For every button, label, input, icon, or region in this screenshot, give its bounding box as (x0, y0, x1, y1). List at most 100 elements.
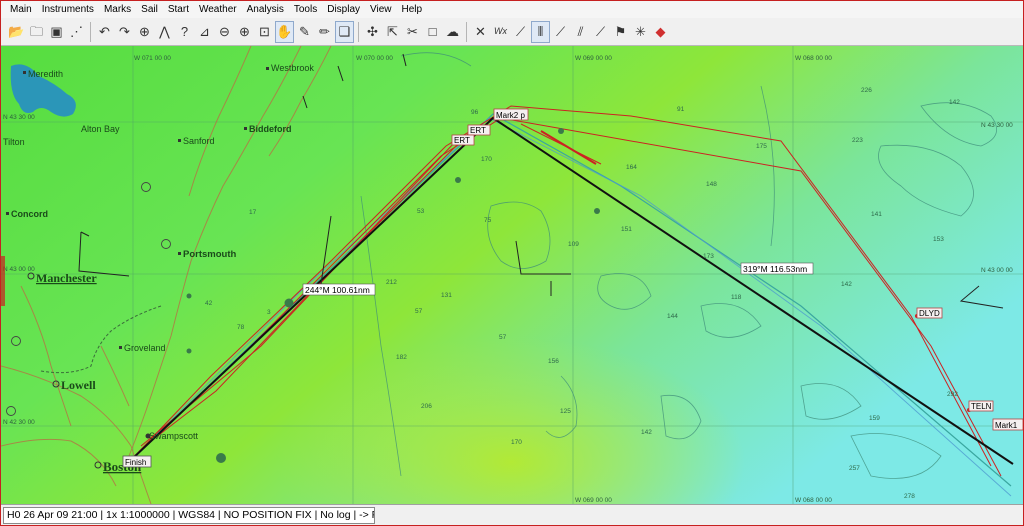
compass-icon: ⋀ (159, 24, 170, 39)
flag-button[interactable]: ⚑ (611, 21, 630, 43)
pointer-button[interactable]: ⇱ (383, 21, 402, 43)
leg-2-label: 319°M 116.53nm (743, 264, 807, 274)
pencil-button[interactable]: ✏ (315, 21, 334, 43)
lon-label-6: W 068 00 00 (795, 497, 832, 504)
finish-label[interactable]: Finish (125, 458, 146, 467)
depth: 153 (933, 236, 944, 243)
toolbar: 📂 🗀 ▣ ⋰ ↶ ↷ ⊕ ⋀? ⊿ ⊖ ⊕ ⊡ ✋ ✎ ✏ ❑ ✣ ⇱ ✂ □ ☁ ✕ Wx ⟋ ⦀ ⟋ ⫽ ⟋ ⚑ ✳ ◆ (1, 18, 1023, 46)
zoom-box-icon: ⊡ (259, 24, 270, 39)
menu-display[interactable]: Display (322, 1, 365, 18)
depth: 257 (849, 465, 860, 472)
cross-icon: ✕ (475, 24, 486, 39)
wind-barb-button[interactable]: ⟋ (511, 21, 530, 43)
depth: 226 (861, 87, 872, 94)
menu-marks[interactable]: Marks (99, 1, 136, 18)
line-button[interactable]: ⟋ (551, 21, 570, 43)
layer-button[interactable]: ❑ (335, 20, 354, 43)
forward-arrow-button[interactable]: ↷ (115, 21, 134, 43)
zoom-in-button[interactable]: ⊕ (235, 21, 254, 43)
zoom-box-button[interactable]: ⊡ (255, 21, 274, 43)
menu-view[interactable]: View (365, 1, 397, 18)
place-lowell: Lowell (61, 378, 96, 392)
wx-button[interactable]: Wx (491, 21, 510, 43)
marker-diamond-button[interactable]: ◆ (651, 21, 670, 43)
menu-main[interactable]: Main (5, 1, 37, 18)
place-manchester: Manchester (36, 271, 97, 285)
chart-image-button[interactable]: ▣ (47, 21, 66, 43)
teln-label[interactable]: TELN (971, 402, 992, 411)
depth: 278 (904, 493, 915, 500)
square-button[interactable]: □ (423, 21, 442, 43)
help-button[interactable]: ? (175, 21, 194, 43)
wx-icon: Wx (494, 26, 507, 36)
lon-label-3: W 069 00 00 (575, 55, 612, 62)
menu-help[interactable]: Help (397, 1, 428, 18)
layer-icon: ❑ (338, 24, 351, 39)
leg-1-label: 244°M 100.61nm (305, 285, 370, 295)
compass-button[interactable]: ⋀ (155, 21, 174, 43)
square-icon: □ (428, 24, 437, 39)
depth: 212 (386, 279, 397, 286)
depth: 3 (267, 309, 271, 316)
lon-label-4: W 068 00 00 (795, 55, 832, 62)
waypoint-button[interactable]: ✣ (363, 21, 382, 43)
lifebuoy-icon: ⊕ (139, 24, 150, 39)
highlighter-button[interactable]: ✎ (295, 21, 314, 43)
menu-instruments[interactable]: Instruments (37, 1, 99, 18)
double-line-button[interactable]: ⫽ (571, 21, 590, 43)
lat-label-2: N 43 00 00 (3, 266, 35, 273)
cloud-button[interactable]: ☁ (443, 21, 462, 43)
depth: 159 (869, 415, 880, 422)
depth: 175 (756, 143, 767, 150)
menu-bar: Main Instruments Marks Sail Start Weather Anal… (1, 1, 1023, 18)
folder-button[interactable]: 🗀 (27, 21, 46, 43)
zoom-out-button[interactable]: ⊖ (215, 21, 234, 43)
status-text: H0 26 Apr 09 21:00 | 1x 1:1000000 | WGS8… (3, 507, 375, 524)
diagonal-button[interactable]: ⟋ (591, 21, 610, 43)
place-groveland: Groveland (124, 343, 166, 353)
dlyd-label[interactable]: DLYD (919, 309, 940, 318)
depth: 292 (947, 391, 958, 398)
depth: 118 (731, 294, 742, 301)
menu-start[interactable]: Start (163, 1, 194, 18)
ert2-label[interactable]: ERT (470, 126, 486, 135)
cloud-icon: ☁ (446, 24, 459, 39)
depth: 91 (677, 106, 685, 113)
grid-button[interactable]: ⦀ (531, 20, 550, 43)
route-edit-icon: ✂ (407, 24, 418, 39)
depth: 125 (560, 408, 571, 415)
pan-hand-button[interactable]: ✋ (275, 20, 294, 43)
cross-button[interactable]: ✕ (471, 21, 490, 43)
menu-sail[interactable]: Sail (136, 1, 163, 18)
depth: 148 (706, 181, 717, 188)
route-nodes-icon: ⋰ (70, 24, 83, 39)
place-sanford: Sanford (183, 136, 215, 146)
menu-tools[interactable]: Tools (289, 1, 322, 18)
lifebuoy-button[interactable]: ⊕ (135, 21, 154, 43)
star-icon: ✳ (635, 24, 646, 39)
depth: 170 (511, 439, 522, 446)
star-button[interactable]: ✳ (631, 21, 650, 43)
lon-label-5: W 069 00 00 (575, 497, 612, 504)
help-icon: ? (180, 24, 189, 39)
depth: 75 (484, 217, 492, 224)
depth: 141 (871, 211, 882, 218)
depth: 57 (499, 334, 507, 341)
ert-label[interactable]: ERT (454, 136, 470, 145)
menu-weather[interactable]: Weather (194, 1, 242, 18)
measure-button[interactable]: ⊿ (195, 21, 214, 43)
chart-map[interactable]: Meredith Alton Bay Tilton Westbrook Sanf… (1, 46, 1023, 504)
mark2-label[interactable]: Mark2 p (496, 111, 525, 120)
route-edit-button[interactable]: ✂ (403, 21, 422, 43)
chart-canvas[interactable]: Meredith Alton Bay Tilton Westbrook Sanf… (1, 46, 1023, 504)
open-button[interactable]: 📂 (7, 21, 26, 43)
chart-image-icon: ▣ (50, 24, 63, 39)
place-concord: Concord (11, 209, 48, 219)
menu-analysis[interactable]: Analysis (242, 1, 289, 18)
route-nodes-button[interactable]: ⋰ (67, 21, 86, 43)
pointer-icon: ⇱ (387, 24, 398, 39)
back-arrow-icon: ↶ (99, 24, 110, 39)
back-arrow-button[interactable]: ↶ (95, 21, 114, 43)
place-alton-bay: Alton Bay (81, 124, 120, 134)
mark1-label[interactable]: Mark1 (995, 421, 1018, 430)
